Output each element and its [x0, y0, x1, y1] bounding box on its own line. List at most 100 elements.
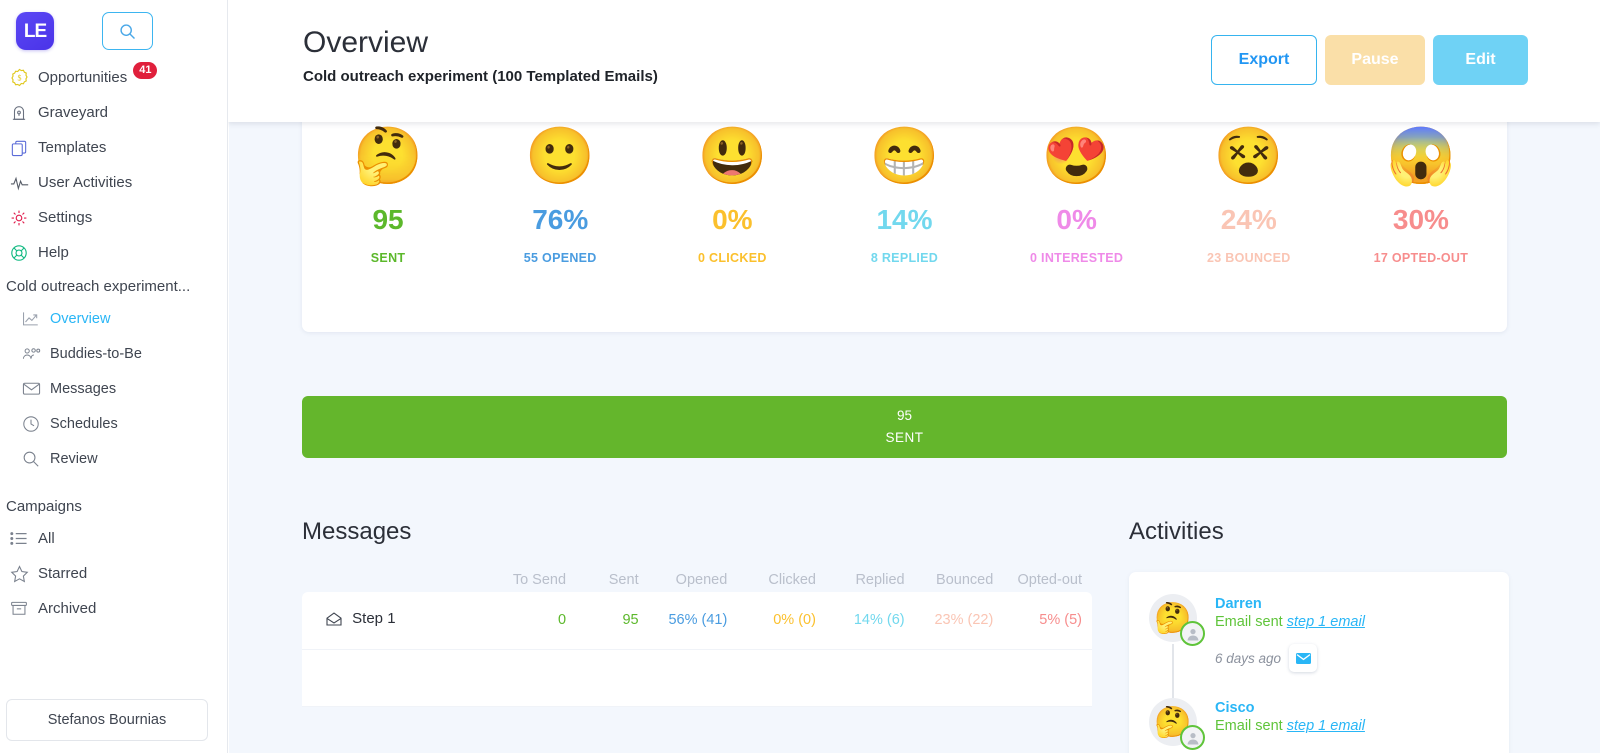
activities-card: 🤔 Darren Email sent step 1 email 6 days … — [1129, 572, 1509, 753]
sidebar-item-label: Help — [38, 244, 69, 261]
export-button[interactable]: Export — [1211, 35, 1317, 85]
col-sent: Sent — [608, 572, 639, 588]
sidebar-item-overview[interactable]: Overview — [0, 301, 227, 336]
progress-caption: SENT — [885, 430, 924, 445]
cell-clicked: 0% (0) — [737, 592, 826, 650]
pause-button[interactable]: Pause — [1325, 35, 1425, 85]
cell-step — [302, 649, 504, 707]
sidebar-item-label: Messages — [50, 380, 117, 397]
stat-sent[interactable]: 🤔 95 SENT — [302, 100, 474, 332]
chart-line-icon — [22, 311, 50, 327]
cell-sent — [576, 649, 649, 707]
stat-value: 76% — [532, 204, 589, 235]
sidebar-main-nav: $ Opportunities 41 Graveyard Templates U… — [0, 60, 227, 270]
activity-contact-name[interactable]: Darren — [1215, 596, 1365, 612]
beaming-face-icon: 😁 — [869, 124, 940, 187]
table-row[interactable] — [302, 649, 1092, 707]
stat-interested[interactable]: 😍 0% 0 INTERESTED — [991, 100, 1163, 332]
edit-button[interactable]: Edit — [1433, 35, 1528, 85]
stat-caption: 55 OPENED — [523, 251, 597, 265]
sidebar-item-label: Schedules — [50, 415, 118, 432]
stat-replied[interactable]: 😁 14% 8 REPLIED — [818, 100, 990, 332]
pulse-icon — [10, 175, 38, 191]
stat-caption: 23 BOUNCED — [1206, 251, 1291, 265]
list-icon — [10, 531, 38, 546]
thinking-face-icon: 🤔 — [353, 124, 423, 187]
sidebar-item-label: Overview — [50, 310, 111, 327]
envelope-icon[interactable] — [1289, 644, 1318, 672]
stat-caption: 8 REPLIED — [870, 251, 939, 265]
dollar-badge-icon: $ — [10, 68, 38, 87]
progress-value: 95 — [896, 408, 913, 423]
sent-progress-bar: 95 SENT — [302, 396, 1507, 458]
stat-opened[interactable]: 🙂 76% 55 OPENED — [474, 100, 646, 332]
cell-opened: 56% (41) — [648, 592, 738, 650]
user-profile-button[interactable]: Stefanos Bournias — [6, 699, 208, 741]
cell-opted-out: 5% (5) — [1003, 592, 1092, 650]
activity-step-link[interactable]: step 1 email — [1287, 614, 1365, 630]
page-title: Overview — [303, 26, 429, 59]
activity-contact-name[interactable]: Cisco — [1215, 700, 1365, 716]
archive-box-icon — [10, 600, 38, 617]
logo-glyph: LE — [23, 20, 47, 42]
sidebar-item-user-activities[interactable]: User Activities — [0, 165, 227, 200]
sidebar-item-label: All — [38, 530, 55, 547]
cell-bounced — [914, 649, 1004, 707]
cell-sent: 95 — [576, 592, 649, 650]
stat-value: 30% — [1392, 204, 1449, 235]
activity-step-link[interactable]: step 1 email — [1287, 718, 1365, 734]
stat-clicked[interactable]: 😃 0% 0 CLICKED — [646, 100, 818, 332]
contact-avatar-icon — [1180, 725, 1205, 750]
cell-to-send: 0 — [503, 592, 577, 650]
page-header: Overview Cold outreach experiment (100 T… — [228, 0, 1600, 122]
sidebar-item-graveyard[interactable]: Graveyard — [0, 95, 227, 130]
search-button[interactable] — [102, 12, 153, 50]
page-subtitle: Cold outreach experiment (100 Templated … — [303, 68, 658, 85]
stat-value: 24% — [1220, 204, 1277, 235]
messages-section-title: Messages — [302, 518, 412, 545]
col-replied: Replied — [855, 572, 905, 588]
activity-meta: 6 days ago — [1215, 644, 1365, 672]
sidebar-item-settings[interactable]: Settings — [0, 200, 227, 235]
sidebar-item-label: User Activities — [38, 174, 133, 191]
avatar-wrap: 🤔 — [1149, 698, 1205, 750]
sidebar-item-messages[interactable]: Messages — [0, 371, 227, 406]
col-clicked: Clicked — [768, 572, 816, 588]
sidebar-item-starred[interactable]: Starred — [0, 556, 227, 591]
lifebuoy-icon — [10, 244, 38, 262]
sidebar-item-label: Buddies-to-Be — [50, 345, 142, 362]
sidebar-item-buddies-to-be[interactable]: Buddies-to-Be — [0, 336, 227, 371]
col-to-send: To Send — [512, 572, 567, 588]
messages-table: To Send Sent Opened Clicked Replied Boun… — [302, 572, 1092, 707]
opportunities-badge: 41 — [133, 61, 158, 80]
activity-item[interactable]: 🤔 Darren Email sent step 1 email 6 days … — [1149, 594, 1489, 720]
avatar-wrap: 🤔 — [1149, 594, 1205, 720]
activities-section: Activities 🤔 Darren Email sent step 1 em… — [1129, 518, 1509, 753]
activity-description: Email sent step 1 email — [1215, 614, 1365, 630]
activity-body: Cisco Email sent step 1 email — [1205, 698, 1365, 746]
sidebar-item-review[interactable]: Review — [0, 441, 227, 476]
stat-value: 14% — [876, 204, 933, 235]
cell-step: Step 1 — [302, 592, 504, 650]
app-root: 🤔 95 SENT 🙂 76% 55 OPENED 😃 0% 0 CLICKED… — [0, 0, 1600, 753]
sidebar-item-schedules[interactable]: Schedules — [0, 406, 227, 441]
stat-opted-out[interactable]: 😱 30% 17 OPTED-OUT — [1335, 100, 1507, 332]
activity-description-text: Email sent — [1215, 614, 1283, 630]
sidebar-item-label: Review — [50, 450, 98, 467]
sidebar-item-label: Starred — [38, 565, 88, 582]
sidebar-item-all[interactable]: All — [0, 521, 227, 556]
user-name-label: Stefanos Bournias — [47, 712, 167, 728]
sidebar-item-label: Archived — [38, 600, 97, 617]
table-row[interactable]: Step 1 0 95 56% (41) 0% (0) 14% (6) 23% … — [302, 592, 1092, 650]
activity-timestamp: 6 days ago — [1215, 650, 1282, 666]
sidebar-item-archived[interactable]: Archived — [0, 591, 227, 626]
activity-item[interactable]: 🤔 Cisco Email sent step 1 email — [1149, 698, 1489, 750]
app-logo[interactable]: LE — [16, 12, 54, 50]
campaigns-title: Campaigns — [6, 498, 82, 515]
sidebar-item-help[interactable]: Help — [0, 235, 227, 270]
sidebar-item-opportunities[interactable]: $ Opportunities 41 — [0, 60, 227, 95]
col-step — [302, 572, 504, 592]
stat-bounced[interactable]: 😵 24% 23 BOUNCED — [1163, 100, 1335, 332]
sidebar-item-templates[interactable]: Templates — [0, 130, 227, 165]
